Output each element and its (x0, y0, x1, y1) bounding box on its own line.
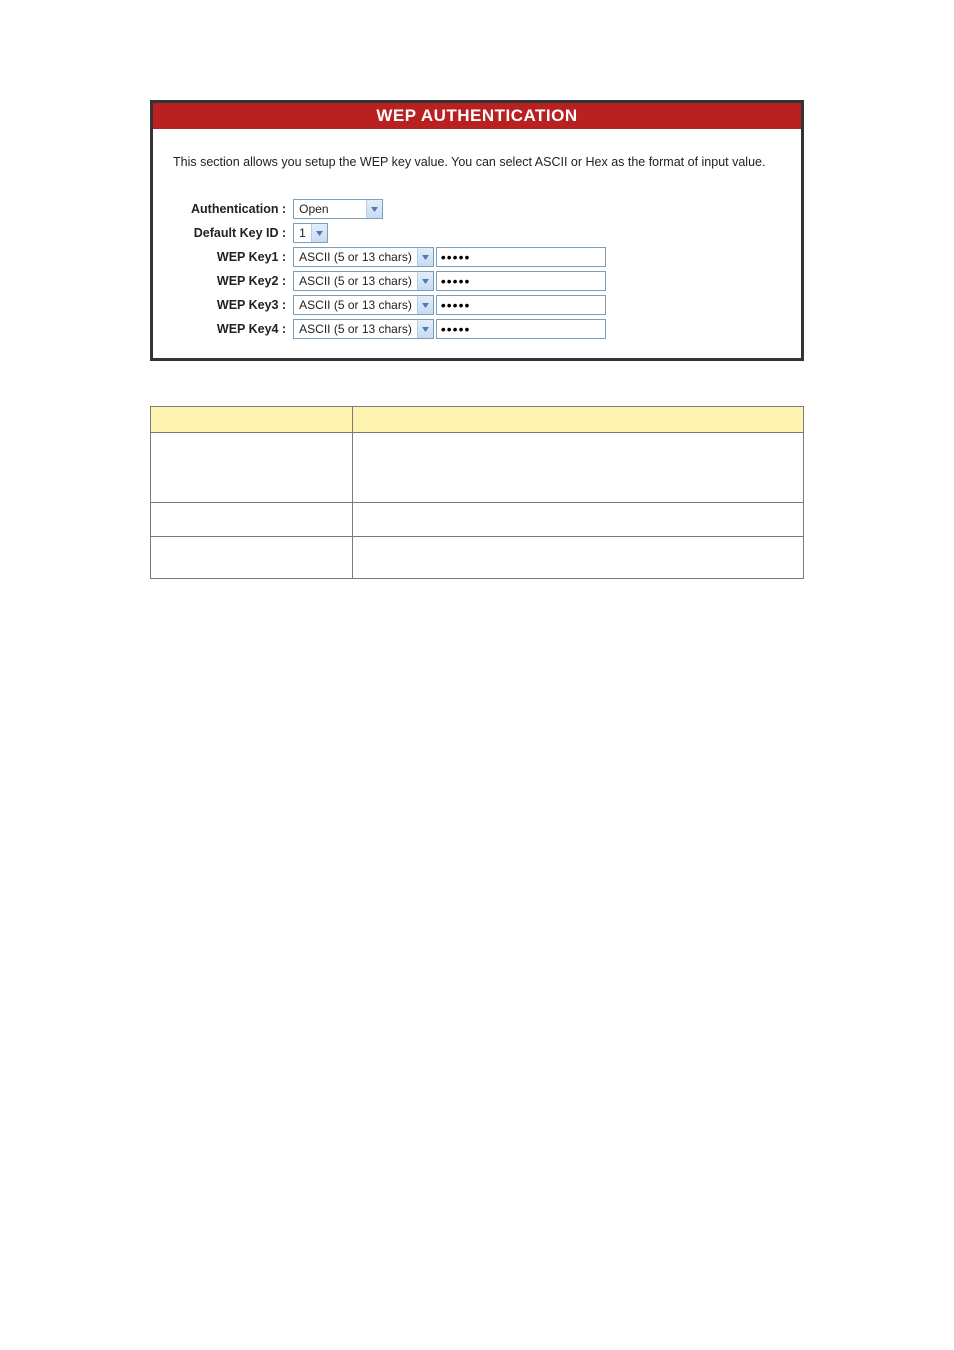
info-cell (151, 433, 353, 503)
chevron-down-icon (366, 200, 382, 218)
info-cell (353, 433, 804, 503)
wep-key3-label: WEP Key3 : (191, 295, 290, 315)
panel-body: This section allows you setup the WEP ke… (153, 129, 801, 358)
chevron-down-icon (417, 296, 433, 314)
info-cell (151, 537, 353, 579)
chevron-down-icon (311, 224, 327, 242)
wep-key2-format-select[interactable]: ASCII (5 or 13 chars) (293, 271, 434, 291)
wep-key1-label: WEP Key1 : (191, 247, 290, 267)
info-cell (353, 537, 804, 579)
wep-authentication-panel: WEP AUTHENTICATION This section allows y… (150, 100, 804, 361)
wep-key3-input[interactable]: ••••• (436, 295, 606, 315)
wep-key2-input[interactable]: ••••• (436, 271, 606, 291)
wep-key2-label: WEP Key2 : (191, 271, 290, 291)
info-cell (151, 503, 353, 537)
table-row (151, 503, 804, 537)
wep-key1-format-select[interactable]: ASCII (5 or 13 chars) (293, 247, 434, 267)
wep-key4-input[interactable]: ••••• (436, 319, 606, 339)
info-header-cell (151, 407, 353, 433)
wep-key4-label: WEP Key4 : (191, 319, 290, 339)
wep-key1-input[interactable]: ••••• (436, 247, 606, 267)
chevron-down-icon (417, 272, 433, 290)
default-key-id-select[interactable]: 1 (293, 223, 328, 243)
panel-title: WEP AUTHENTICATION (153, 103, 801, 129)
authentication-label: Authentication : (191, 199, 290, 219)
wep-key3-format-select[interactable]: ASCII (5 or 13 chars) (293, 295, 434, 315)
default-key-id-label: Default Key ID : (191, 223, 290, 243)
panel-description: This section allows you setup the WEP ke… (173, 154, 781, 170)
wep-key4-format-select[interactable]: ASCII (5 or 13 chars) (293, 319, 434, 339)
table-row (151, 433, 804, 503)
authentication-select[interactable]: Open (293, 199, 383, 219)
wep-form: Authentication : Open Default Key ID : (188, 195, 609, 343)
info-cell (353, 503, 804, 537)
info-header-cell (353, 407, 804, 433)
chevron-down-icon (417, 320, 433, 338)
chevron-down-icon (417, 248, 433, 266)
info-table (150, 406, 804, 579)
table-row (151, 537, 804, 579)
